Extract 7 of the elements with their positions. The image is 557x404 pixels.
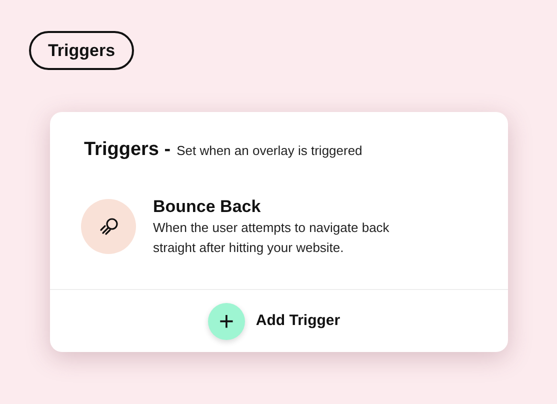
- card-title: Triggers -: [84, 138, 171, 162]
- trigger-name: Bounce Back: [153, 196, 262, 218]
- plus-icon: +: [208, 302, 245, 340]
- triggers-pill[interactable]: Triggers: [29, 31, 134, 70]
- add-trigger-button[interactable]: + Add Trigger: [208, 302, 340, 340]
- card-subtitle: Set when an overlay is triggered: [176, 142, 362, 160]
- trigger-description: When the user attempts to navigate back straight after hitting your website.: [153, 218, 390, 257]
